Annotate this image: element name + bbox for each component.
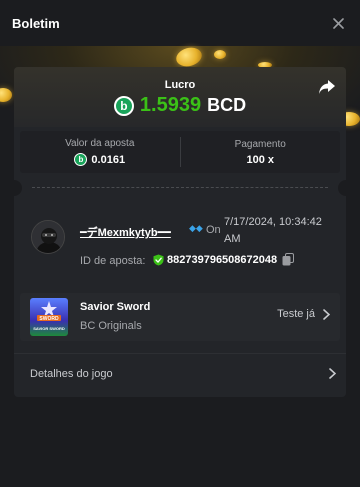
payout-stat: Pagamento 100 x — [181, 131, 341, 173]
game-provider: BC Originals — [80, 320, 142, 332]
game-details-label: Detalhes do jogo — [30, 367, 113, 380]
vip-icon: ◆◆ — [189, 223, 203, 233]
gold-coin-decoration — [214, 50, 226, 59]
username-link[interactable]: ━デMexmkytyb━━ — [80, 224, 171, 240]
game-row[interactable]: SWORD SAVIOR SWORD Savior Sword BC Origi… — [20, 293, 340, 341]
stat-value: b 0.0161 — [74, 153, 125, 166]
bet-timestamp: 7/17/2024, 10:34:42 AM — [224, 216, 322, 245]
payout-value: 100 x — [246, 153, 275, 166]
profit-value: b 1.5939 BCD — [14, 94, 346, 117]
share-icon[interactable] — [318, 79, 336, 95]
profit-currency: BCD — [207, 95, 247, 115]
ticket-notch-right — [338, 180, 346, 196]
stat-label: Valor da aposta — [65, 138, 135, 149]
profit-amount: 1.5939 — [139, 94, 202, 116]
game-thumb-title: SWORD — [39, 316, 59, 322]
bet-stats: Valor da aposta b 0.0161 Pagamento 100 x — [20, 131, 340, 173]
bcd-coin-icon: b — [113, 95, 134, 116]
ticket-divider — [32, 187, 328, 188]
try-game-label: Teste já — [277, 308, 315, 320]
bet-card: Lucro b 1.5939 BCD Valor da aposta b 0.0… — [14, 67, 346, 397]
game-name: Savior Sword — [80, 301, 151, 313]
avatar[interactable] — [31, 220, 65, 254]
stat-label: Pagamento — [234, 138, 286, 150]
bet-id-value: 882739796508672048 — [167, 253, 278, 266]
copy-icon[interactable] — [282, 253, 295, 266]
game-thumb-caption: SAVIOR SWORD — [33, 326, 65, 331]
verified-shield-icon — [153, 254, 164, 265]
try-game-button[interactable]: Teste já — [277, 308, 330, 320]
game-details-row[interactable]: Detalhes do jogo — [14, 353, 346, 393]
modal-header: Boletim — [0, 0, 360, 46]
on-label: On — [206, 224, 221, 236]
bet-amount-stat: Valor da aposta b 0.0161 — [20, 131, 180, 173]
profit-label: Lucro — [164, 79, 196, 91]
bet-id-label: ID de aposta: — [80, 255, 146, 267]
bcd-coin-icon: b — [74, 153, 88, 166]
chevron-right-icon — [329, 368, 336, 379]
bet-amount-value: 0.0161 — [91, 153, 126, 166]
chevron-right-icon — [323, 308, 330, 320]
modal-title: Boletim — [12, 15, 60, 31]
close-icon[interactable] — [328, 13, 348, 33]
ticket-notch-left — [14, 180, 22, 196]
bet-id: 882739796508672048 — [153, 253, 295, 266]
game-thumbnail: SWORD SAVIOR SWORD — [30, 298, 68, 336]
